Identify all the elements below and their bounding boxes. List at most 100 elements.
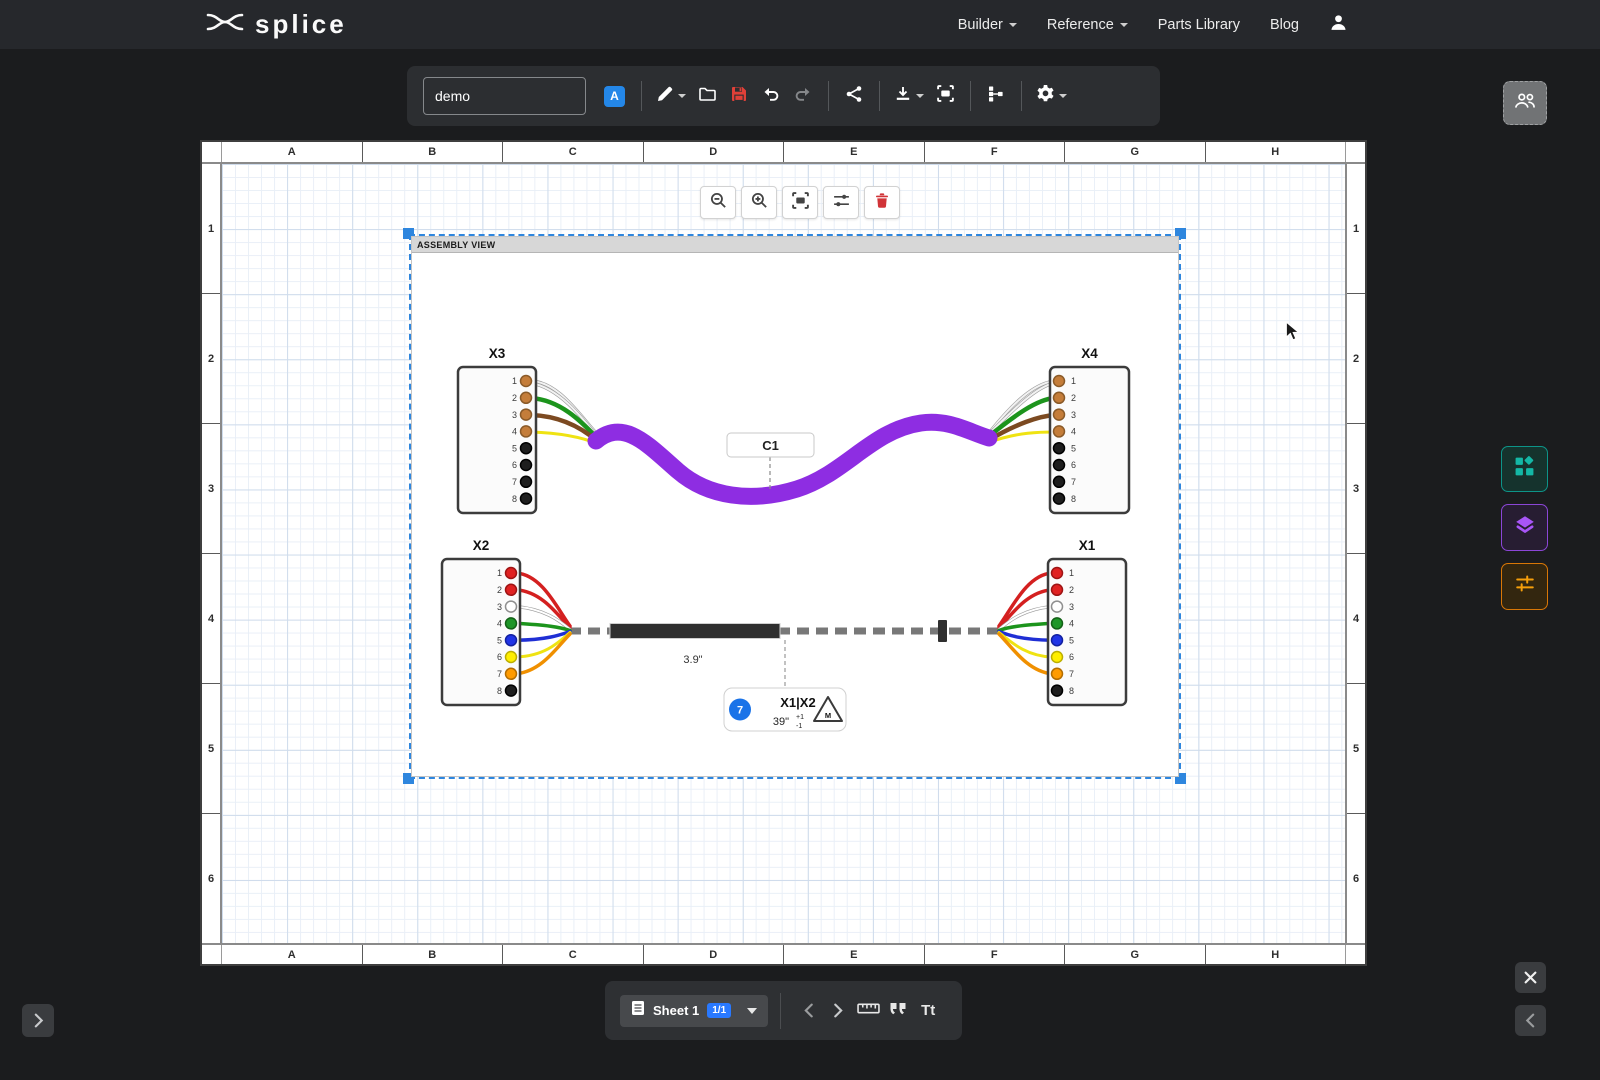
- project-name-input[interactable]: [423, 77, 586, 115]
- pin-contact: [1052, 652, 1063, 663]
- pin-number: 8: [1071, 494, 1076, 504]
- undo-button[interactable]: [757, 77, 785, 115]
- nav-parts-library[interactable]: Parts Library: [1158, 17, 1240, 33]
- undo-icon: [762, 85, 780, 108]
- chevron-down-icon: [1009, 23, 1017, 27]
- pin-number: 7: [497, 669, 502, 679]
- pin-contact: [1054, 426, 1065, 437]
- zoom-out-button[interactable]: [700, 186, 736, 219]
- open-file-button[interactable]: [693, 77, 721, 115]
- toolbar-divider: [828, 81, 829, 111]
- connector-x3[interactable]: X3 12345678: [458, 346, 536, 513]
- chevron-down-icon: [678, 94, 686, 98]
- pin-number: 1: [497, 568, 502, 578]
- autosave-badge[interactable]: A: [604, 86, 625, 107]
- download-button[interactable]: [891, 77, 927, 115]
- pin-number: 5: [1069, 635, 1074, 645]
- project-toolbar: A: [407, 66, 1160, 126]
- zoom-in-button[interactable]: [741, 186, 777, 219]
- view-options-button[interactable]: [823, 186, 859, 219]
- notes-button[interactable]: [883, 994, 913, 1028]
- close-panel-button[interactable]: [1515, 962, 1546, 993]
- pin-contact: [506, 584, 517, 595]
- close-icon: [1524, 971, 1537, 984]
- connector-x1[interactable]: X1 12345678: [1048, 538, 1126, 705]
- harness-diagram: C1 3.9" X3 12345678 X4: [400, 220, 1190, 785]
- edit-mode-button[interactable]: [653, 77, 689, 115]
- netlist-tree-button[interactable]: [982, 77, 1010, 115]
- pin-contact: [1052, 668, 1063, 679]
- pin-number: 5: [497, 635, 502, 645]
- properties-panel-button[interactable]: [1501, 563, 1548, 610]
- redo-button[interactable]: [789, 77, 817, 115]
- nav-parts-library-label: Parts Library: [1158, 17, 1240, 33]
- fullscreen-button[interactable]: [931, 77, 959, 115]
- chevron-left-icon: [803, 1003, 814, 1018]
- pin-number: 3: [1069, 602, 1074, 612]
- ruler-row-label: 1: [202, 164, 220, 294]
- tree-icon: [987, 85, 1005, 108]
- pin-contact: [1052, 685, 1063, 696]
- svg-text:X2: X2: [473, 538, 490, 553]
- measure-button[interactable]: [853, 994, 883, 1028]
- collapse-right-panel-button[interactable]: [1515, 1005, 1546, 1036]
- measurement-callout[interactable]: 7 X1|X2 39" +1 -1 M: [724, 688, 846, 731]
- ruler-bottom: A B C D E F G H: [202, 943, 1365, 964]
- pin-number: 6: [497, 652, 502, 662]
- pin-number: 3: [1071, 410, 1076, 420]
- sheet-bar: Sheet 1 1/1 Tt: [605, 981, 962, 1040]
- pin-contact: [506, 618, 517, 629]
- pin-number: 2: [497, 585, 502, 595]
- sheet-doc-icon: [631, 1000, 645, 1021]
- share-button[interactable]: [840, 77, 868, 115]
- pin-contact: [521, 392, 532, 403]
- ruler-row-label: 3: [1347, 424, 1365, 554]
- cable-tube-segment: [610, 624, 780, 639]
- svg-text:X1: X1: [1079, 538, 1096, 553]
- nav-builder[interactable]: Builder: [958, 17, 1017, 33]
- expand-left-panel-button[interactable]: [22, 1004, 54, 1037]
- pin-contact: [1054, 376, 1065, 387]
- delete-button[interactable]: [864, 186, 900, 219]
- ruler-column-label: C: [503, 945, 644, 964]
- pin-contact: [506, 568, 517, 579]
- save-button[interactable]: [725, 77, 753, 115]
- adjustments-icon: [1515, 574, 1535, 599]
- collaborators-button[interactable]: [1503, 81, 1547, 125]
- settings-button[interactable]: [1033, 77, 1070, 115]
- ruler-corner: [1345, 945, 1365, 964]
- chevron-down-icon: [1120, 23, 1128, 27]
- connector-x4[interactable]: X4 12345678: [1050, 346, 1129, 513]
- ruler-row-label: 2: [202, 294, 220, 424]
- layers-panel-button[interactable]: [1501, 504, 1548, 551]
- next-sheet-button[interactable]: [823, 994, 853, 1028]
- nav-reference[interactable]: Reference: [1047, 17, 1128, 33]
- cable-x1-x2[interactable]: [569, 620, 999, 642]
- connector-x2[interactable]: X2 12345678: [442, 538, 520, 705]
- segment-length-label: 3.9": [683, 654, 702, 666]
- prev-sheet-button[interactable]: [793, 994, 823, 1028]
- text-size-button[interactable]: Tt: [913, 994, 943, 1028]
- pin-contact: [506, 635, 517, 646]
- user-account-button[interactable]: [1329, 13, 1348, 36]
- trash-icon: [873, 191, 891, 214]
- ruler-column-label: F: [925, 945, 1066, 964]
- fit-view-button[interactable]: [782, 186, 818, 219]
- zoom-in-icon: [750, 191, 769, 215]
- pin-number: 3: [512, 410, 517, 420]
- ruler-row-label: 5: [1347, 684, 1365, 814]
- nav-blog[interactable]: Blog: [1270, 17, 1299, 33]
- svg-text:X1|X2: X1|X2: [780, 695, 815, 710]
- pin-number: 8: [497, 686, 502, 696]
- ruler-column-label: B: [363, 945, 504, 964]
- toolbar-divider: [970, 81, 971, 111]
- parts-panel-button[interactable]: [1501, 446, 1548, 492]
- ruler-row-label: 4: [202, 554, 220, 684]
- cable-x2-wires: [517, 573, 571, 674]
- ruler-column-label: H: [1206, 142, 1346, 162]
- ruler-right: 1 2 3 4 5 6: [1345, 164, 1365, 943]
- app-logo[interactable]: splice: [205, 0, 347, 49]
- sheet-selector[interactable]: Sheet 1 1/1: [620, 995, 768, 1027]
- ruler-corner: [202, 945, 222, 964]
- svg-text:X3: X3: [489, 346, 506, 361]
